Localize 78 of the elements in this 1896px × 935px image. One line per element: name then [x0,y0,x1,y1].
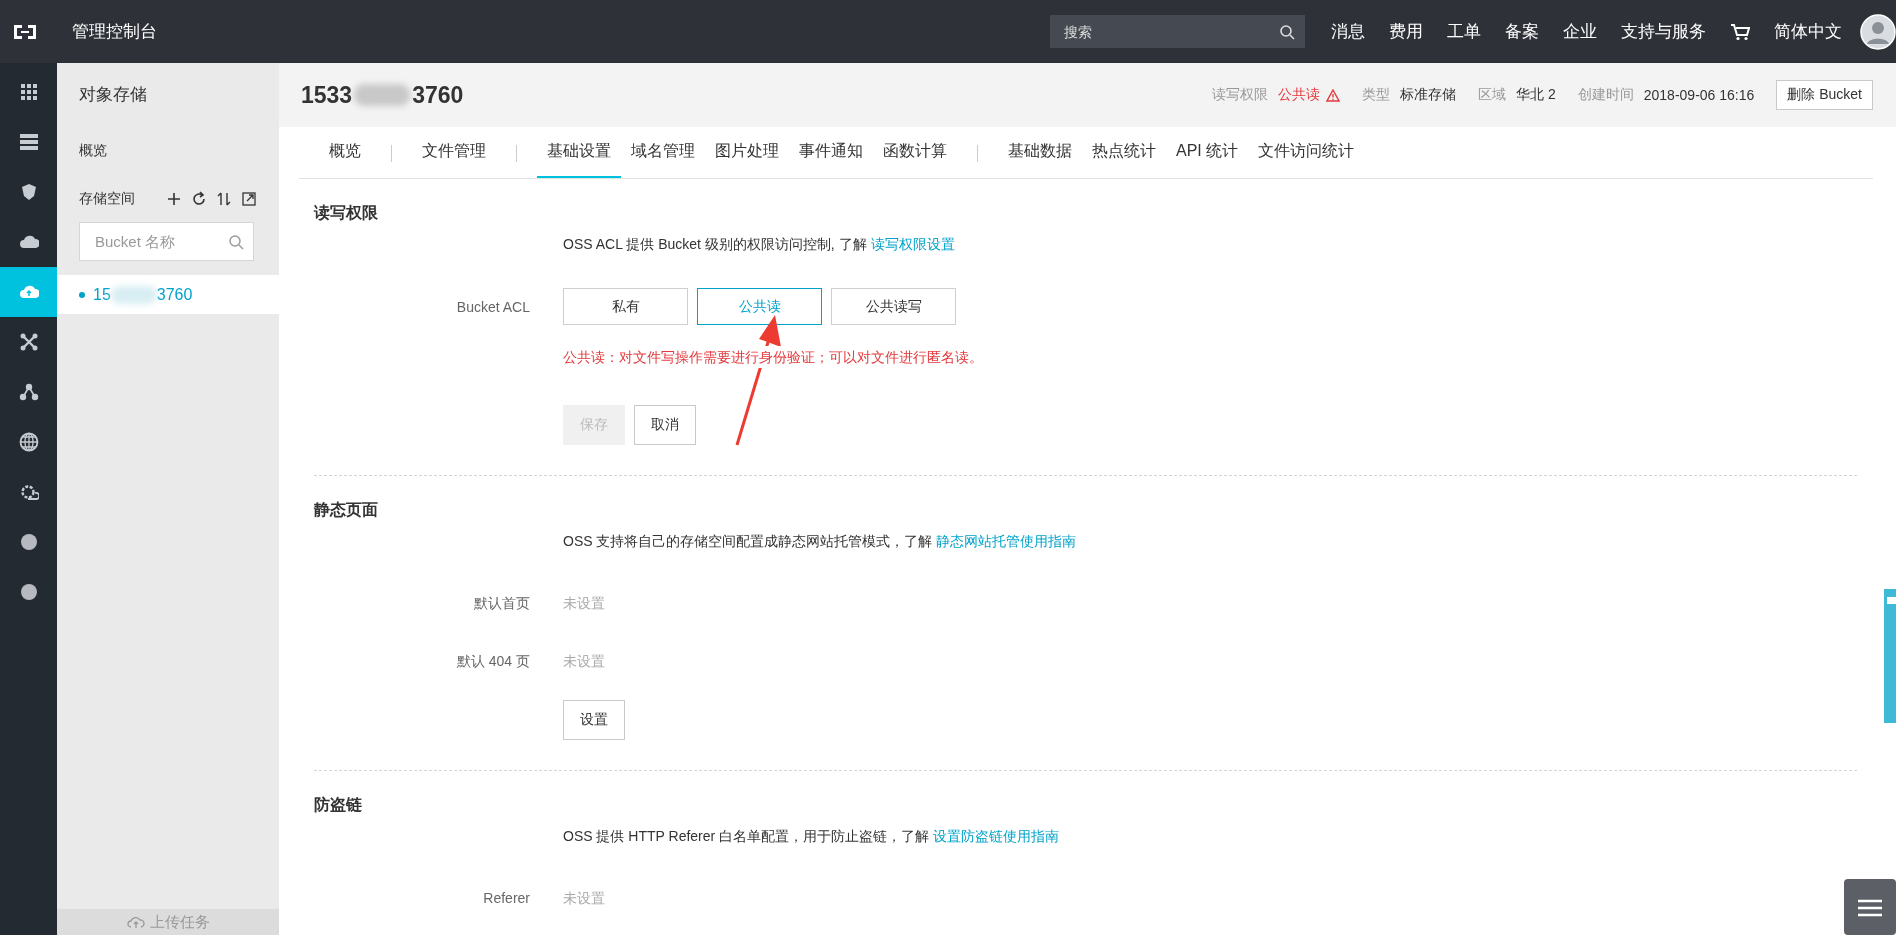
expand-icon[interactable] [241,191,257,207]
tab[interactable]: 函数计算 [873,127,957,178]
nav-link[interactable]: 企业 [1563,20,1597,43]
search-icon[interactable] [228,234,244,250]
section-title: 读写权限 [314,203,379,223]
meta-label: 读写权限 [1212,86,1269,104]
language-link[interactable]: 简体中文 [1774,20,1842,43]
search-field[interactable]: 搜索 [1050,15,1305,48]
gear-cloud-icon [18,482,39,502]
redaction-blur [110,285,157,304]
section-description: OSS 支持将自己的存储空间配置成静态网站托管模式，了解 静态网站托管使用指南 [563,532,1078,551]
delete-button[interactable]: 删除 Bucket [1776,80,1873,110]
action-button[interactable]: 取消 [634,405,696,445]
plus-icon[interactable] [166,191,182,207]
connection-icon [18,332,39,352]
avatar-icon[interactable] [1860,13,1896,50]
warning-icon [1326,88,1341,102]
tab[interactable]: 域名管理 [621,127,705,178]
tab[interactable]: 基础设置 [537,127,621,178]
sort-icon[interactable] [216,191,232,207]
meta-label: 类型 [1362,86,1391,104]
meta-label: 创建时间 [1577,86,1634,104]
upload-icon [126,915,145,929]
menu-button[interactable] [1844,879,1896,935]
meta-value: 公共读 [1278,86,1321,104]
refresh-icon[interactable] [191,191,207,207]
nav-link[interactable]: 消息 [1331,20,1365,43]
tab[interactable]: 事件通知 [789,127,873,178]
tab[interactable]: 文件管理 [412,127,496,178]
section-description: OSS 提供 HTTP Referer 白名单配置，用于防止盗链，了解 设置防盗链使用指南 [563,827,1060,846]
circle-icon [18,582,39,602]
cart-icon[interactable] [1730,22,1750,41]
sidebar-title: 对象存储 [79,84,147,106]
tab[interactable]: 基础数据 [998,127,1082,178]
server-icon [18,132,39,152]
field-label: 默认首页 [474,595,530,611]
option-button[interactable]: 私有 [563,288,688,325]
meta-value: 标准存储 [1400,86,1457,104]
tab[interactable]: 概览 [319,127,371,178]
grid-icon [18,82,39,102]
meta-value: 2018-09-06 16:16 [1643,87,1755,103]
bucket-title: 3760 [412,81,464,109]
logo-icon [12,22,38,41]
tab[interactable]: 热点统计 [1082,127,1166,178]
section-title: 防盗链 [314,795,363,815]
field-value: 未设置 [563,594,605,613]
section-description: OSS ACL 提供 Bucket 级别的权限访问控制, 了解 读写权限设置 [563,235,956,254]
section-label: 存储空间 [79,190,135,208]
nav-link[interactable]: 工单 [1447,20,1481,43]
nodes-icon [18,382,39,402]
bucket-search-field[interactable]: Bucket 名称 [79,222,254,261]
circle-icon [18,532,39,552]
section-title: 静态页面 [314,500,379,520]
field-label: 默认 404 页 [456,653,530,669]
nav-link[interactable]: 备案 [1505,20,1539,43]
action-button[interactable]: 设置 [563,700,625,740]
globe-icon [18,432,39,452]
nav-link[interactable]: 费用 [1389,20,1423,43]
field-label: Bucket ACL [456,298,530,315]
tab[interactable]: API 统计 [1166,127,1249,178]
console-title[interactable]: 管理控制台 [72,20,157,43]
search-icon[interactable] [1279,24,1295,40]
bucket-title: 1533 [301,81,353,109]
tab[interactable]: 文件访问统计 [1248,127,1365,178]
overview-link[interactable]: 概览 [57,126,279,176]
meta-value: 华北 2 [1516,86,1556,104]
redaction-blur [354,84,411,106]
upload-tasks-label: 上传任务 [149,912,210,932]
field-value: 未设置 [563,889,605,908]
nav-link[interactable]: 支持与服务 [1621,20,1706,43]
bucket-name: 3760 [156,285,193,304]
status-dot [79,291,85,298]
meta-label: 区域 [1478,86,1507,104]
field-value: 未设置 [563,652,605,671]
field-label: Referer [483,890,530,906]
bucket-name: 15 [93,285,111,304]
option-button[interactable]: 公共读写 [831,288,956,325]
tab[interactable]: 图片处理 [705,127,789,178]
